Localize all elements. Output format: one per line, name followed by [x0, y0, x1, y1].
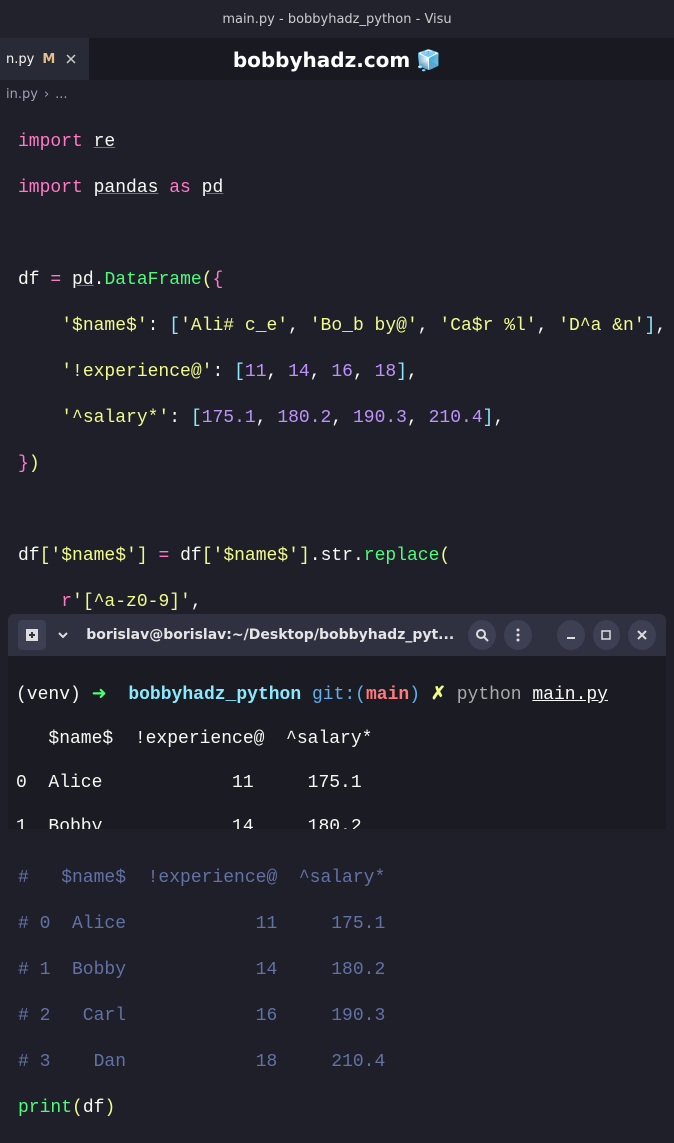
terminal-title: borislav@borislav:~/Desktop/bobbyhadz_py…: [80, 627, 460, 643]
terminal-body[interactable]: (venv) ➜ bobbyhadz_python git:(main) ✗ p…: [8, 656, 666, 829]
menu-button[interactable]: [504, 620, 532, 650]
close-icon[interactable]: [63, 51, 79, 67]
editor-tab-main-py[interactable]: n.py M: [0, 38, 89, 80]
close-icon: [635, 628, 649, 642]
code-line: '!experience@': [11, 14, 16, 18],: [18, 361, 674, 384]
editor-tab-bar: n.py M: [0, 38, 674, 80]
maximize-icon: [599, 628, 613, 642]
code-line: r'[^a-z0-9]',: [18, 591, 674, 614]
terminal-line: $name$ !experience@ ^salary*: [16, 728, 658, 750]
code-line: import pandas as pd: [18, 177, 674, 200]
kebab-menu-icon: [510, 627, 526, 643]
terminal-line: 0 Alice 11 175.1: [16, 772, 658, 794]
code-line: '$name$': ['Ali# c_e', 'Bo_b by@', 'Ca$r…: [18, 315, 674, 338]
code-line: '^salary*': [175.1, 180.2, 190.3, 210.4]…: [18, 407, 674, 430]
window-title-bar: main.py - bobbyhadz_python - Visu: [0, 0, 674, 38]
search-icon: [474, 627, 490, 643]
minimize-icon: [564, 628, 578, 642]
maximize-button[interactable]: [593, 620, 621, 650]
code-comment: # 0 Alice 11 175.1: [18, 913, 674, 936]
breadcrumb[interactable]: in.py › ...: [0, 80, 674, 108]
breadcrumb-file: in.py: [6, 87, 38, 102]
code-line: [18, 499, 674, 522]
code-line: }): [18, 453, 674, 476]
code-line: df['$name$'] = df['$name$'].str.replace(: [18, 545, 674, 568]
code-comment: # 2 Carl 16 190.3: [18, 1005, 674, 1028]
code-comment: # 1 Bobby 14 180.2: [18, 959, 674, 982]
terminal-header: borislav@borislav:~/Desktop/bobbyhadz_py…: [8, 614, 666, 656]
close-window-button[interactable]: [628, 620, 656, 650]
code-comment: # $name$ !experience@ ^salary*: [18, 867, 674, 890]
plus-box-icon: [24, 627, 40, 643]
code-line: print(df): [18, 1097, 674, 1120]
breadcrumb-more: ...: [55, 87, 67, 102]
code-comment: # 3 Dan 18 210.4: [18, 1051, 674, 1074]
chevron-right-icon: ›: [44, 87, 49, 102]
tab-filename: n.py: [6, 52, 34, 67]
minimize-button[interactable]: [557, 620, 585, 650]
chevron-down-icon: [57, 629, 69, 641]
tab-dropdown-button[interactable]: [54, 620, 72, 650]
code-line: [18, 223, 674, 246]
terminal-line: (venv) ➜ bobbyhadz_python git:(main) ✗ p…: [16, 684, 658, 706]
tab-modified-badge: M: [42, 52, 55, 67]
terminal-panel: borislav@borislav:~/Desktop/bobbyhadz_py…: [8, 614, 666, 829]
code-line: import re: [18, 131, 674, 154]
search-button[interactable]: [468, 620, 496, 650]
new-tab-button[interactable]: [18, 620, 46, 650]
terminal-line: 1 Bobby 14 180.2: [16, 816, 658, 829]
window-title: main.py - bobbyhadz_python - Visu: [222, 12, 451, 27]
code-line: df = pd.DataFrame({: [18, 269, 674, 292]
